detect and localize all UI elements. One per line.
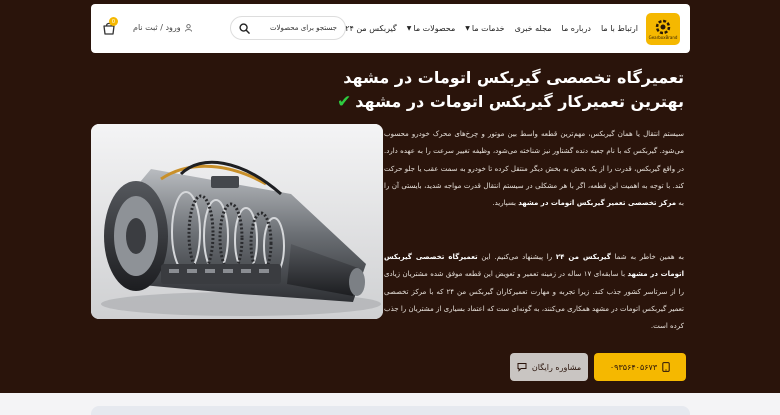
page-subtitle: بهترین تعمیرکار گیربکس اتومات در مشهد ✔: [337, 92, 684, 111]
next-section-card: [91, 406, 690, 415]
nav-label: درباره ما: [561, 24, 591, 33]
page-title: تعمیرگاه تخصصی گیربکس اتومات در مشهد: [343, 68, 684, 87]
free-consult-button[interactable]: مشاوره رایگان: [510, 353, 588, 381]
chevron-down-icon: ▼: [465, 25, 470, 32]
nav-label: خدمات ما: [471, 24, 505, 33]
login-label: ورود / ثبت نام: [133, 23, 181, 32]
cart-count-badge: 0: [109, 17, 118, 26]
consult-button-label: مشاوره رایگان: [531, 362, 582, 372]
main-nav: گیربکس من ۲۴ محصولات ما ▼ خدمات ما ▼ مجل…: [345, 4, 638, 53]
paragraph-text: به همین خاطر به شما: [610, 253, 685, 261]
call-button[interactable]: ۰۹۳۵۶۴۰۵۶۷۳: [594, 353, 686, 381]
nav-label: مجله خبری: [514, 24, 552, 33]
search-input[interactable]: [253, 24, 337, 32]
nav-item-services[interactable]: خدمات ما ▼: [465, 24, 504, 33]
site-header: GearboxBrand گیربکس من ۲۴ محصولات ما ▼ خ…: [91, 4, 690, 53]
nav-label: گیربکس من ۲۴: [345, 24, 397, 33]
gearbox-illustration: [91, 124, 383, 319]
gearbox-image: [91, 124, 383, 319]
bold-keyword: مرکز تخصصی تعمیر گیربکس اتومات در مشهد: [518, 199, 677, 208]
nav-item-contact[interactable]: ارتباط با ما: [601, 24, 638, 33]
paragraph-text: را پیشنهاد می‌کنیم. این: [477, 253, 556, 261]
nav-label: محصولات ما: [413, 24, 456, 33]
phone-icon: [662, 362, 670, 372]
nav-label: ارتباط با ما: [600, 24, 638, 33]
bold-keyword: گیربکس من ۲۴: [555, 253, 611, 261]
paragraph-text: با سابقه‌ای ۱۷ ساله در زمینه تعمیر و تعو…: [384, 270, 684, 331]
nav-item-about[interactable]: درباره ما: [562, 24, 591, 33]
search-icon[interactable]: [239, 22, 250, 34]
user-icon: [184, 23, 192, 32]
logo-text: GearboxBrand: [648, 34, 678, 40]
paragraph-text: سیستم انتقال یا همان گیربکس، مهم‌ترین قط…: [384, 130, 684, 208]
intro-paragraph: سیستم انتقال یا همان گیربکس، مهم‌ترین قط…: [384, 126, 684, 212]
chevron-down-icon: ▼: [406, 25, 412, 32]
call-button-label: ۰۹۳۵۶۴۰۵۶۷۳: [609, 362, 658, 372]
paragraph-text: بسپارید.: [492, 199, 519, 208]
chat-icon: [517, 363, 527, 372]
site-logo[interactable]: GearboxBrand: [646, 13, 680, 45]
cart-button[interactable]: 0: [101, 17, 118, 36]
nav-item-home[interactable]: گیربکس من ۲۴: [345, 24, 397, 33]
nav-item-magazine[interactable]: مجله خبری: [515, 24, 552, 33]
search-box: [230, 16, 346, 40]
gear-logo-icon: [655, 19, 671, 34]
subtitle-text: بهترین تعمیرکار گیربکس اتومات در مشهد: [355, 92, 684, 111]
login-link[interactable]: ورود / ثبت نام: [133, 23, 192, 32]
recommend-paragraph: به همین خاطر به شما گیربکس من ۲۴ را پیشن…: [384, 249, 684, 335]
nav-item-products[interactable]: محصولات ما ▼: [407, 24, 456, 33]
check-icon: ✔: [337, 91, 352, 112]
